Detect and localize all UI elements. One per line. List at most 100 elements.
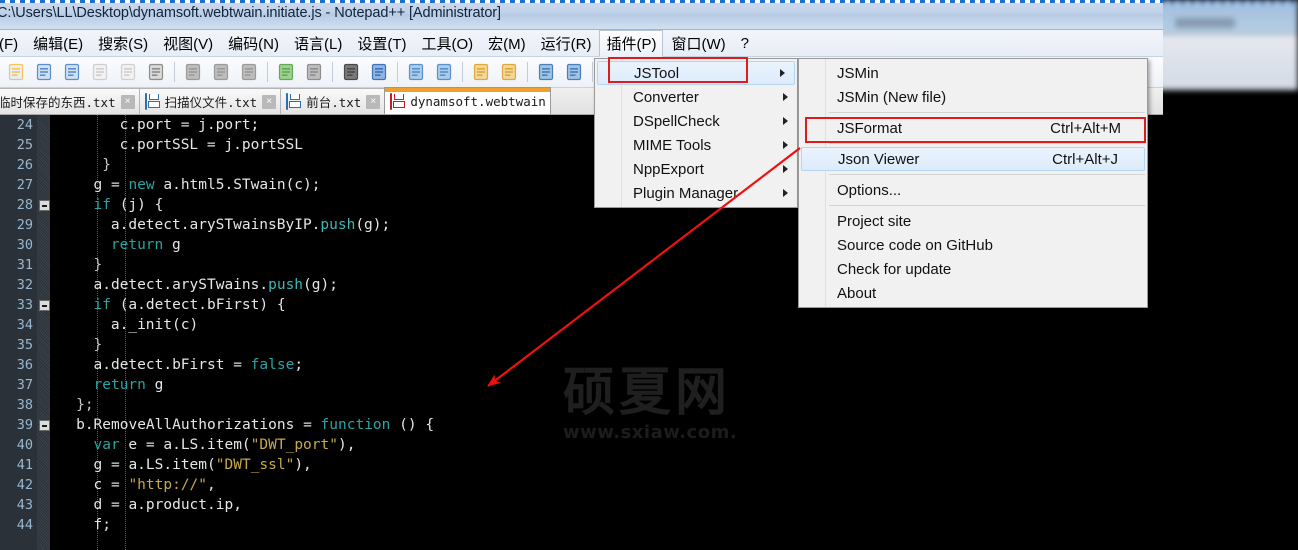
jstool-menu-item-1[interactable]: JSMin (New file)	[799, 85, 1147, 109]
tab-2[interactable]: 前台.txt×	[280, 88, 385, 114]
line-number: 41	[0, 455, 33, 475]
code-line[interactable]: 41g = a.LS.item("DWT_ssl"),	[50, 455, 1163, 475]
code-line[interactable]: 34a._init(c)	[50, 315, 1163, 335]
code-text: c = "http://",	[50, 477, 216, 493]
plugins-dropdown[interactable]: JSToolConverter DSpellCheck MIME Tools NppE…	[594, 58, 798, 208]
jstool-menu-item-0[interactable]: JSMin	[799, 61, 1147, 85]
close-all-icon[interactable]	[115, 59, 141, 85]
line-number: 25	[0, 135, 33, 155]
toolbar-separator	[332, 62, 333, 82]
window-selection-border	[0, 0, 1163, 3]
floppy-red-icon	[390, 94, 405, 109]
plugin-menu-item-3[interactable]: MIME Tools	[595, 133, 797, 157]
menu-file[interactable]: 件(F)	[0, 30, 25, 57]
tab-label: 临时保存的东西.txt	[0, 92, 116, 111]
jstool-menu-item-shortcut: Ctrl+Alt+M	[1050, 120, 1121, 137]
word-wrap-icon[interactable]	[533, 59, 559, 85]
jstool-menu-item-shortcut: Ctrl+Alt+J	[1052, 151, 1118, 168]
jstool-menu-item-label: JSMin (New file)	[837, 89, 1121, 106]
code-line[interactable]: 35}	[50, 335, 1163, 355]
tab-0[interactable]: 临时保存的东西.txt ×	[0, 88, 140, 114]
menu-bar: 件(F)编辑(E)搜索(S)视图(V)编码(N)语言(L)设置(T)工具(O)宏…	[0, 30, 1163, 57]
jstool-submenu[interactable]: JSMin JSMin (New file) JSFormatCtrl+Alt+M J…	[798, 58, 1148, 308]
tab-1[interactable]: 扫描仪文件.txt×	[139, 88, 282, 114]
code-line[interactable]: 40var e = a.LS.item("DWT_port"),	[50, 435, 1163, 455]
save-icon[interactable]	[31, 59, 57, 85]
jstool-menu-item-7[interactable]: Check for update	[799, 257, 1147, 281]
fold-margin[interactable]	[37, 115, 50, 550]
fold-toggle[interactable]	[39, 200, 50, 211]
menu-window[interactable]: 窗口(W)	[664, 30, 732, 57]
plugin-menu-item-label: NppExport	[633, 161, 771, 178]
line-number: 44	[0, 515, 33, 535]
jstool-menu-item-6[interactable]: Source code on GitHub	[799, 233, 1147, 257]
jstool-menu-item-3[interactable]: Json ViewerCtrl+Alt+J	[801, 147, 1145, 171]
code-text: }	[50, 337, 102, 353]
plugin-menu-item-label: MIME Tools	[633, 137, 771, 154]
line-number: 43	[0, 495, 33, 515]
code-line[interactable]: 42c = "http://",	[50, 475, 1163, 495]
fold-toggle[interactable]	[39, 300, 50, 311]
menu-run[interactable]: 运行(R)	[534, 30, 599, 57]
submenu-arrow-icon	[783, 189, 788, 197]
code-line[interactable]: 44f;	[50, 515, 1163, 535]
close-file-icon[interactable]	[87, 59, 113, 85]
undo-icon[interactable]	[273, 59, 299, 85]
fold-toggle[interactable]	[39, 420, 50, 431]
menu-language[interactable]: 语言(L)	[287, 30, 349, 57]
tab-close-button[interactable]: ×	[121, 95, 135, 109]
menu-search[interactable]: 搜索(S)	[91, 30, 155, 57]
plugin-menu-item-4[interactable]: NppExport	[595, 157, 797, 181]
menu-plugins[interactable]: 插件(P)	[599, 30, 663, 57]
zoom-out-icon[interactable]	[431, 59, 457, 85]
print-icon[interactable]	[143, 59, 169, 85]
tab-close-button[interactable]: ×	[262, 95, 276, 109]
copy-icon[interactable]	[208, 59, 234, 85]
code-line[interactable]: 36a.detect.bFirst = false;	[50, 355, 1163, 375]
menu-edit[interactable]: 编辑(E)	[26, 30, 90, 57]
cut-icon[interactable]	[180, 59, 206, 85]
zoom-in-icon[interactable]	[403, 59, 429, 85]
menu-macro[interactable]: 宏(M)	[481, 30, 533, 57]
code-line[interactable]: 39b.RemoveAllAuthorizations = function (…	[50, 415, 1163, 435]
plugin-menu-item-label: DSpellCheck	[633, 113, 771, 130]
replace-icon[interactable]	[366, 59, 392, 85]
code-text: c.portSSL = j.portSSL	[50, 137, 303, 153]
screen-root: C:\Users\LL\Desktop\dynamsoft.webtwain.i…	[0, 0, 1298, 550]
menu-settings[interactable]: 设置(T)	[350, 30, 413, 57]
toolbar-separator	[174, 62, 175, 82]
code-line[interactable]: 43d = a.product.ip,	[50, 495, 1163, 515]
plugin-menu-item-2[interactable]: DSpellCheck	[595, 109, 797, 133]
sync-horizontal-icon[interactable]	[496, 59, 522, 85]
find-icon[interactable]	[338, 59, 364, 85]
tab-3[interactable]: dynamsoft.webtwain	[384, 87, 550, 114]
jstool-menu-item-label: Options...	[837, 182, 1121, 199]
plugin-menu-item-5[interactable]: Plugin Manager	[595, 181, 797, 205]
line-number: 36	[0, 355, 33, 375]
jstool-menu-item-2[interactable]: JSFormatCtrl+Alt+M	[799, 116, 1147, 140]
code-line[interactable]: 37return g	[50, 375, 1163, 395]
sync-vertical-icon[interactable]	[468, 59, 494, 85]
jstool-menu-item-5[interactable]: Project site	[799, 209, 1147, 233]
submenu-arrow-icon	[783, 141, 788, 149]
code-line[interactable]: 38};	[50, 395, 1163, 415]
jstool-menu-item-label: JSMin	[837, 65, 1121, 82]
menu-encoding[interactable]: 编码(N)	[221, 30, 286, 57]
plugin-menu-item-0[interactable]: JSTool	[597, 61, 795, 85]
line-number: 33	[0, 295, 33, 315]
paste-icon[interactable]	[236, 59, 262, 85]
jstool-menu-item-8[interactable]: About	[799, 281, 1147, 305]
show-all-chars-icon[interactable]	[561, 59, 587, 85]
save-all-icon[interactable]	[59, 59, 85, 85]
floppy-blue-icon	[145, 94, 160, 109]
plugin-menu-item-label: Plugin Manager	[633, 185, 771, 202]
jstool-menu-item-4[interactable]: Options...	[799, 178, 1147, 202]
code-text: b.RemoveAllAuthorizations = function () …	[50, 417, 434, 433]
redo-icon[interactable]	[301, 59, 327, 85]
new-file-icon[interactable]	[3, 59, 29, 85]
menu-tools[interactable]: 工具(O)	[414, 30, 480, 57]
menu-view[interactable]: 视图(V)	[156, 30, 220, 57]
plugin-menu-item-1[interactable]: Converter	[595, 85, 797, 109]
tab-close-button[interactable]: ×	[366, 95, 380, 109]
menu-help[interactable]: ?	[734, 32, 756, 55]
